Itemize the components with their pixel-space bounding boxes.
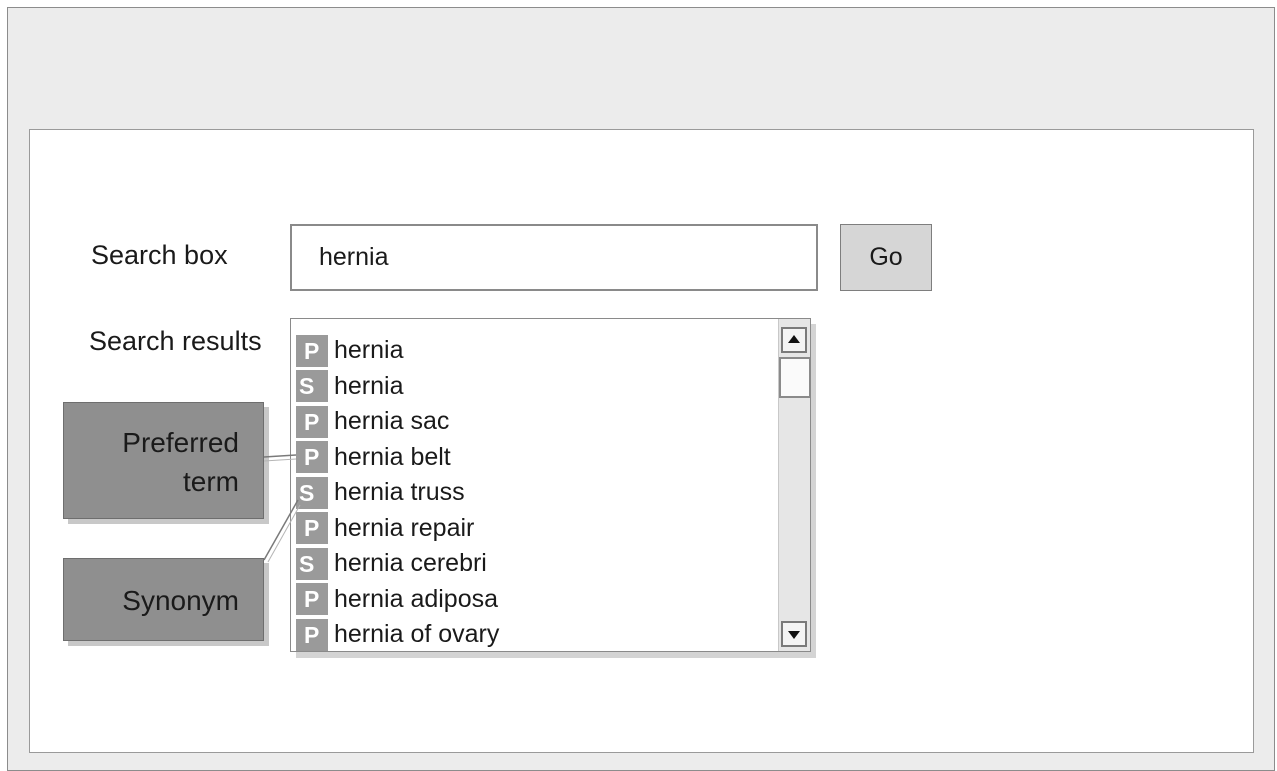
result-term: hernia — [334, 371, 404, 400]
result-term: hernia — [334, 336, 404, 365]
preferred-callout-line1: Preferred — [122, 427, 239, 458]
result-item[interactable]: P hernia sac — [296, 404, 499, 440]
scroll-down-button[interactable] — [781, 621, 807, 647]
result-term: hernia cerebri — [334, 549, 487, 578]
result-item[interactable]: S hernia truss — [296, 475, 499, 511]
search-box-label: Search box — [91, 240, 228, 270]
preferred-term-badge: P — [296, 441, 328, 474]
search-results-list[interactable]: P hernia S hernia P hernia sac P hernia … — [290, 318, 811, 652]
preferred-term-badge: P — [296, 334, 328, 367]
result-term: hernia repair — [334, 513, 475, 542]
go-button[interactable]: Go — [840, 224, 932, 291]
triangle-up-icon — [788, 335, 800, 343]
synonym-badge: S — [296, 370, 328, 403]
result-term: hernia of ovary — [334, 620, 500, 649]
preferred-term-callout: Preferred term — [63, 402, 264, 519]
triangle-down-icon — [788, 631, 800, 639]
results-scrollbar[interactable] — [778, 319, 810, 651]
scroll-thumb[interactable] — [779, 357, 810, 398]
result-term: hernia truss — [334, 478, 465, 507]
synonym-callout: Synonym — [63, 558, 264, 641]
preferred-term-badge: P — [296, 405, 328, 438]
preferred-callout-line2: term — [183, 466, 239, 498]
synonym-badge: S — [296, 547, 328, 580]
search-results-label: Search results — [89, 326, 262, 356]
result-term: hernia belt — [334, 442, 451, 471]
result-item[interactable]: S hernia cerebri — [296, 546, 499, 582]
preferred-term-badge: P — [296, 618, 328, 651]
preferred-term-badge: P — [296, 512, 328, 545]
synonym-badge: S — [296, 476, 328, 509]
result-item[interactable]: P hernia — [296, 333, 499, 369]
scroll-up-button[interactable] — [781, 327, 807, 353]
result-item[interactable]: S hernia — [296, 369, 499, 405]
search-input[interactable] — [290, 224, 818, 291]
result-item[interactable]: P hernia adiposa — [296, 582, 499, 618]
result-item[interactable]: P hernia belt — [296, 440, 499, 476]
preferred-term-badge: P — [296, 583, 328, 616]
result-term: hernia sac — [334, 407, 450, 436]
results-items: P hernia S hernia P hernia sac P hernia … — [296, 333, 500, 651]
result-item[interactable]: P hernia repair — [296, 511, 499, 547]
result-term: hernia adiposa — [334, 584, 499, 613]
synonym-callout-text: Synonym — [122, 585, 239, 616]
result-item[interactable]: P hernia of ovary — [296, 617, 500, 651]
